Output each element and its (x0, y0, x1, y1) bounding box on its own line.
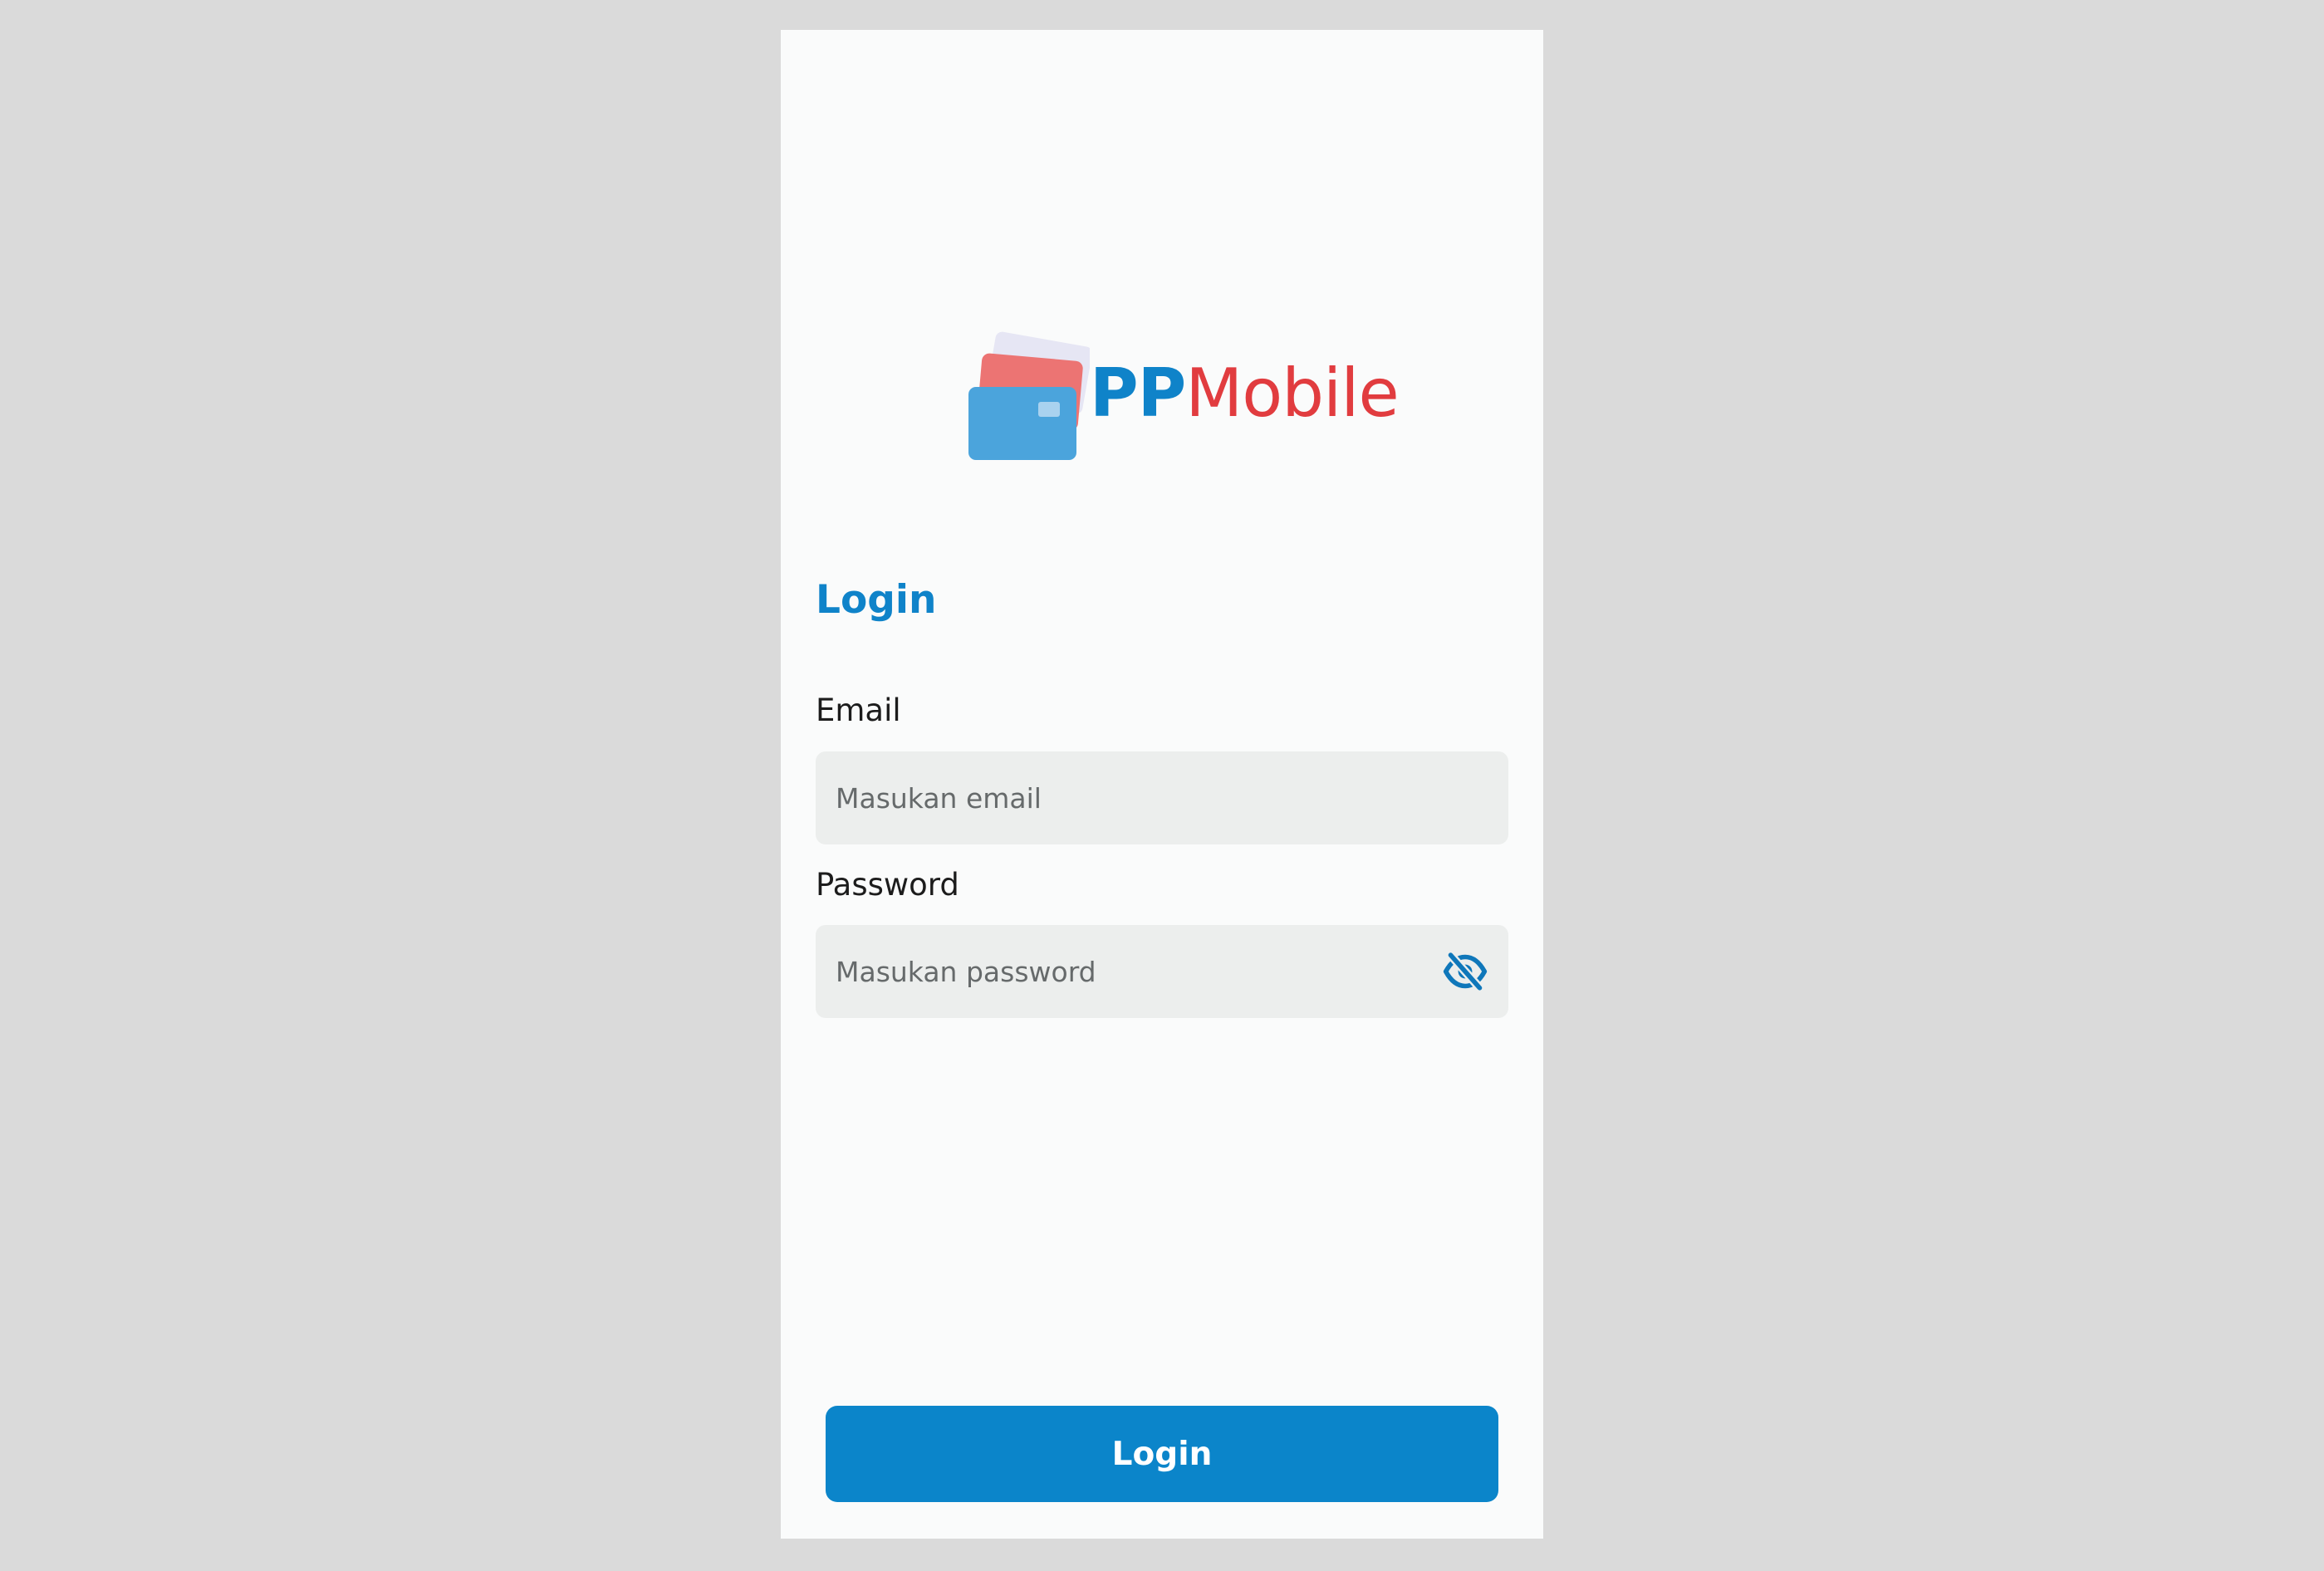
wallet-cards-icon (968, 331, 1090, 460)
page-title: Login (816, 577, 937, 623)
email-field-container (816, 751, 1508, 844)
password-field-container (816, 925, 1508, 1018)
brand-wordmark: PPMobile (1090, 360, 1400, 427)
brand-logo: PPMobile (965, 312, 1414, 462)
password-label: Password (816, 867, 959, 903)
app-screen: PPMobile Login Email Password Login (781, 30, 1543, 1539)
email-label: Email (816, 693, 901, 728)
password-input[interactable] (816, 925, 1508, 1018)
login-button[interactable]: Login (826, 1406, 1498, 1502)
eye-off-icon[interactable] (1442, 948, 1488, 995)
brand-name-pp: PP (1090, 355, 1186, 432)
brand-name-mobile: Mobile (1185, 355, 1399, 432)
email-input[interactable] (816, 751, 1508, 844)
